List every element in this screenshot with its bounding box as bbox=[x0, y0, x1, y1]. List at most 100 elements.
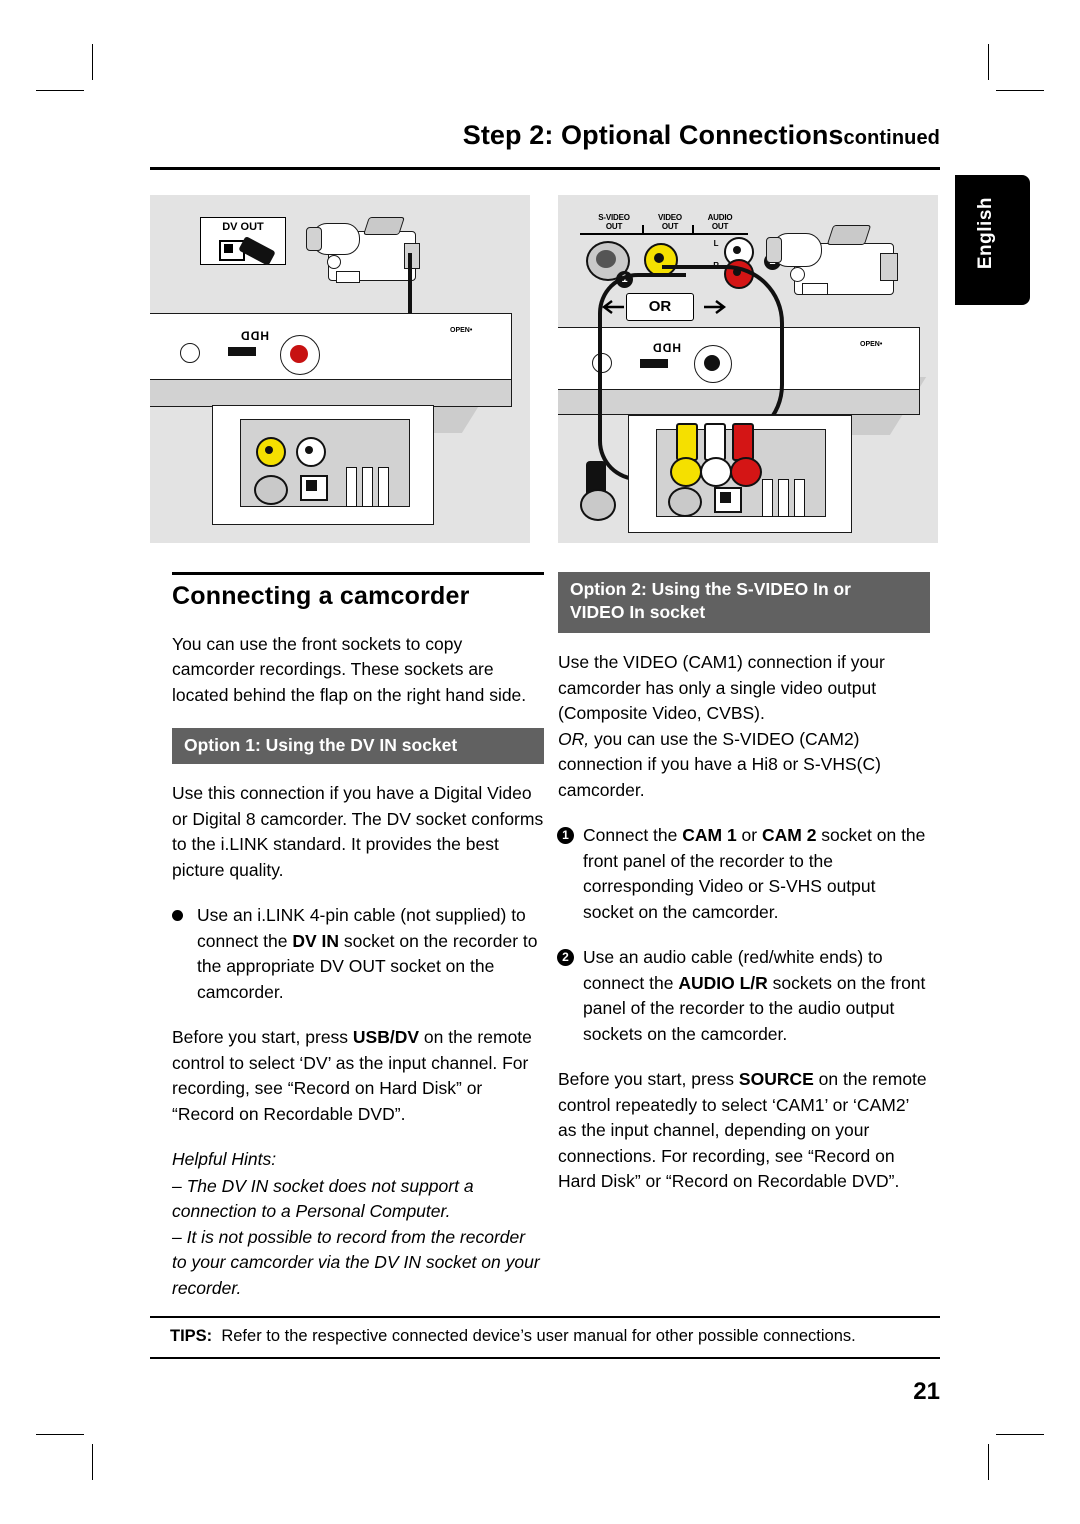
option-1-paragraph-2: Before you start, press USB/DV on the re… bbox=[172, 1025, 544, 1127]
option-2-label-post: In or bbox=[808, 579, 851, 599]
option-1-paragraph-1: Use this connection if you have a Digita… bbox=[172, 783, 544, 880]
step-1-bold-cam1: CAM 1 bbox=[682, 825, 737, 845]
crop-mark-bottom-right-v bbox=[988, 1444, 989, 1480]
dv-out-socket-pin bbox=[224, 244, 233, 253]
audio-out-label: AUDIO OUT bbox=[696, 213, 744, 231]
svideo-out-label: S-VIDEO OUT bbox=[584, 213, 644, 231]
crop-mark-top-left-v bbox=[92, 44, 93, 80]
option-2-bar: Option 2: Using the S-VIDEO In or VIDEO … bbox=[558, 572, 930, 633]
helpful-hints-title: Helpful Hints: bbox=[172, 1149, 277, 1169]
option-1-bullet: Use an i.LINK 4-pin cable (not supplied)… bbox=[172, 903, 544, 1005]
audio-out-label-line1: AUDIO bbox=[707, 213, 733, 222]
option-2-step-2: 2 Use an audio cable (red/white ends) to… bbox=[557, 945, 930, 1047]
socket-label-rule bbox=[580, 233, 748, 235]
svideo-out-socket-inner bbox=[596, 250, 616, 268]
recorder-play-button-inner bbox=[290, 345, 308, 363]
video-out-label-line1: VIDEO bbox=[658, 213, 682, 222]
audio-socket-white-right bbox=[700, 457, 732, 487]
language-tab-english: English bbox=[955, 175, 1030, 305]
option-2-p3-bold: SOURCE bbox=[738, 1069, 814, 1089]
recorder-lower-band bbox=[150, 379, 512, 407]
audio-out-label-line2: OUT bbox=[711, 222, 729, 231]
cam1-socket-center bbox=[265, 446, 273, 454]
header-divider bbox=[150, 167, 940, 170]
dv-in-socket-pin-right bbox=[720, 492, 731, 503]
recorder-openclose-text-right: OPEN• bbox=[860, 341, 883, 348]
option-1-p2-pre: Before you start, press bbox=[172, 1027, 353, 1047]
left-text-column: Connecting a camcorder You can use the f… bbox=[172, 572, 544, 1301]
flap-ridge-r3 bbox=[794, 479, 805, 517]
step-2-badge: 2 bbox=[557, 949, 574, 966]
svideo-out-label-line2: OUT bbox=[605, 222, 623, 231]
video-out-label: VIDEO OUT bbox=[646, 213, 694, 231]
option-2-p2-rest: you can use the S-VIDEO (CAM2) connectio… bbox=[558, 728, 881, 800]
bullet-icon bbox=[172, 910, 183, 921]
recorder-openclose-text: OPEN• bbox=[450, 327, 473, 334]
crop-mark-bottom-left-v bbox=[92, 1444, 93, 1480]
flap-ridge-3 bbox=[378, 467, 389, 507]
plug-white bbox=[704, 423, 726, 461]
audio-socket-red-right bbox=[730, 457, 762, 487]
video-out-socket-center bbox=[654, 253, 664, 263]
plug-yellow bbox=[676, 423, 698, 461]
socket-label-tick-2 bbox=[692, 225, 694, 233]
crop-mark-left-h bbox=[36, 90, 84, 91]
option-2-p3-pre: Before you start, press bbox=[558, 1069, 739, 1089]
illustration-area: DV OUT HDD OPEN• S-VIDEO OUT VIDEO OUT A… bbox=[150, 195, 940, 550]
option-2-p2-italic: OR, bbox=[558, 728, 590, 749]
dv-out-label: DV OUT bbox=[222, 221, 264, 233]
language-tab-label: English bbox=[975, 197, 996, 270]
option-2-label-bold: S-VIDEO bbox=[736, 579, 809, 599]
helpful-hint-2: – It is not possible to record from the … bbox=[172, 1226, 540, 1298]
video-out-label-line2: OUT bbox=[661, 222, 679, 231]
page-title-main: Step 2: Optional Connections bbox=[462, 120, 844, 150]
option-2-paragraph-1: Use the VIDEO (CAM1) connection if your … bbox=[558, 652, 885, 723]
option-1-p2-bold: USB/DV bbox=[352, 1027, 420, 1047]
option-1-label: Option 1: Using the DV IN socket bbox=[184, 735, 458, 755]
svideo-out-label-line1: S-VIDEO bbox=[598, 213, 630, 222]
section-title-connecting-camcorder: Connecting a camcorder bbox=[172, 582, 470, 610]
recorder-front-panel bbox=[150, 313, 512, 381]
intro-paragraph: You can use the front sockets to copy ca… bbox=[172, 633, 527, 705]
manual-page: Step 2: Optional Connectionscontinued DV… bbox=[150, 120, 940, 1410]
option-2-label-pre: Option 2: Using the bbox=[570, 579, 737, 599]
helpful-hint-1: – The DV IN socket does not support a co… bbox=[172, 1175, 474, 1222]
option-1-bullet-bold: DV IN bbox=[292, 930, 340, 951]
page-number: 21 bbox=[913, 1378, 940, 1405]
option-1-bar: Option 1: Using the DV IN socket bbox=[172, 728, 544, 764]
recorder-knob bbox=[180, 343, 200, 363]
step-1-mid: or bbox=[736, 825, 762, 845]
crop-mark-top-right-v bbox=[988, 44, 989, 80]
option-2-paragraph-2: OR, you can use the S-VIDEO (CAM2) conne… bbox=[558, 727, 930, 804]
step-1-pre: Connect the bbox=[583, 825, 683, 845]
page-header: Step 2: Optional Connectionscontinued bbox=[150, 120, 940, 176]
flap-ridge-2 bbox=[362, 467, 373, 507]
recorder-display bbox=[228, 347, 256, 356]
dv-in-socket-pin bbox=[306, 480, 317, 491]
page-title-continued: continued bbox=[843, 127, 940, 149]
tips-label: TIPS: bbox=[170, 1327, 213, 1345]
figure-dv-in-connection: DV OUT HDD OPEN• bbox=[150, 195, 530, 543]
cam1-socket-yellow-right bbox=[670, 457, 702, 487]
page-title: Step 2: Optional Connectionscontinued bbox=[463, 120, 940, 151]
audio-out-socket-white-center bbox=[733, 246, 741, 254]
step-1-badge: 1 bbox=[557, 827, 574, 844]
crop-mark-bottom-right-h bbox=[996, 1434, 1044, 1435]
option-2-label-line2: VIDEO In socket bbox=[570, 602, 706, 622]
flap-ridge-1 bbox=[346, 467, 357, 507]
recorder-logo: HDD bbox=[240, 329, 269, 343]
option-2-step-1: 1 Connect the CAM 1 or CAM 2 socket on t… bbox=[557, 823, 930, 925]
section-divider bbox=[172, 572, 544, 575]
right-text-column: Option 2: Using the S-VIDEO In or VIDEO … bbox=[557, 572, 930, 1215]
svideo-cable-plug-head bbox=[580, 489, 616, 521]
step-1-bold-cam2: CAM 2 bbox=[761, 825, 817, 845]
svideo-socket bbox=[254, 475, 288, 505]
svideo-socket-right bbox=[668, 487, 702, 517]
option-2-paragraph-3: Before you start, press SOURCE on the re… bbox=[558, 1067, 930, 1195]
audio-socket-center bbox=[305, 446, 313, 454]
figure-svideo-video-audio-connection: S-VIDEO OUT VIDEO OUT AUDIO OUT L R 1 OR… bbox=[558, 195, 938, 543]
tips-footer: TIPS: Refer to the respective connected … bbox=[150, 1316, 940, 1359]
flap-ridge-r2 bbox=[778, 479, 789, 517]
audio-l-label: L bbox=[713, 239, 719, 248]
step-2-bold: AUDIO L/R bbox=[678, 972, 768, 993]
